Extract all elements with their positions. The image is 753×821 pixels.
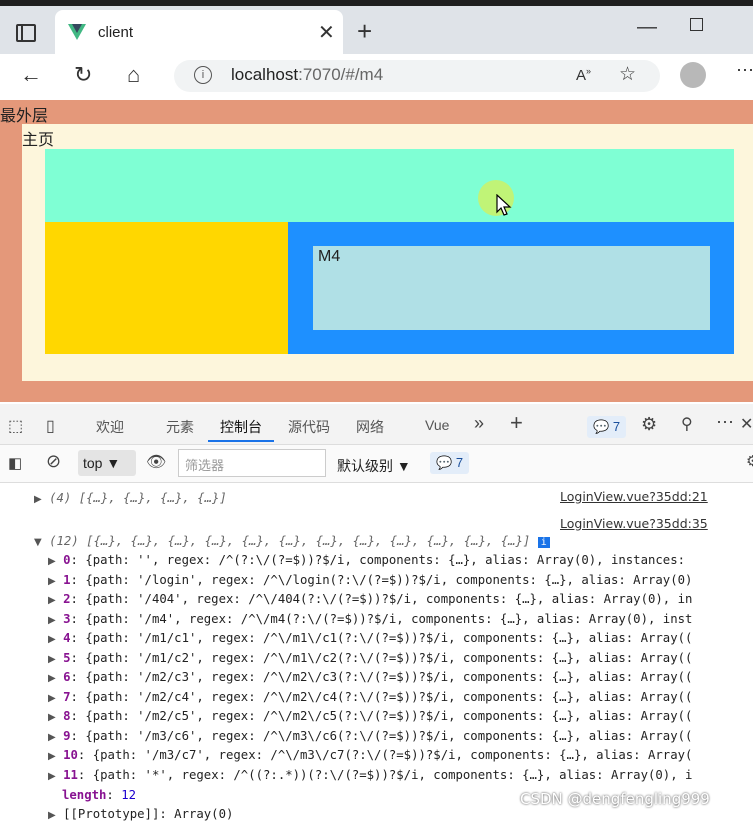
mouse-cursor-icon <box>496 194 512 216</box>
array-item-row[interactable]: ▶ 2: {path: '/404', regex: /^\/404(?:\/(… <box>48 592 692 606</box>
refresh-icon[interactable]: ↻ <box>74 62 92 88</box>
maximize-icon[interactable] <box>690 18 703 31</box>
array-item-row[interactable]: ▶ 1: {path: '/login', regex: /^\/login(?… <box>48 573 692 587</box>
array-item-row[interactable]: ▶ 8: {path: '/m2/c5', regex: /^\/m2\/c5(… <box>48 709 692 723</box>
sidebar-toggle-icon[interactable]: ◧ <box>8 454 22 472</box>
m4-label: M4 <box>318 248 341 265</box>
array-item-row[interactable]: ▶ 0: {path: '', regex: /^(?:\/(?=$))?$/i… <box>48 553 685 567</box>
settings-gear-icon[interactable]: ⚙ <box>641 414 657 435</box>
inspect-icon[interactable]: ⬚ <box>8 416 23 436</box>
vue-logo-icon <box>68 24 86 40</box>
more-tabs-icon[interactable]: » <box>474 413 484 434</box>
issues-count: 7 <box>612 419 621 434</box>
clear-console-icon[interactable]: ⊘ <box>46 451 61 472</box>
array-item-row[interactable]: ▶ 6: {path: '/m2/c3', regex: /^\/m2\/c3(… <box>48 670 692 684</box>
array-item-row[interactable]: ▶ 11: {path: '*', regex: /^((?:.*))(?:\/… <box>48 768 692 782</box>
add-panel-icon[interactable]: + <box>510 410 523 436</box>
device-toggle-icon[interactable]: ▯ <box>46 416 55 436</box>
more-icon[interactable]: ⋯ <box>736 60 753 81</box>
array-item-row[interactable]: ▶ 3: {path: '/m4', regex: /^\/m4(?:\/(?=… <box>48 612 692 626</box>
home-label: 主页 <box>22 132 55 149</box>
minimize-icon[interactable]: — <box>637 16 657 39</box>
m4-view <box>313 246 710 330</box>
tab-elements[interactable]: 元素 <box>166 417 194 437</box>
console-log-line[interactable]: ▶ (4) [{…}, {…}, {…}, {…}] <box>34 491 227 505</box>
tab-network[interactable]: 网络 <box>356 417 384 437</box>
array-item-row[interactable]: ▶ 10: {path: '/m3/c7', regex: /^\/m3\/c7… <box>48 748 692 762</box>
home-icon[interactable]: ⌂ <box>127 62 140 88</box>
watermark: CSDN @dengfengling999 <box>520 790 710 808</box>
url-path: :7070/#/m4 <box>298 65 384 84</box>
info-icon[interactable]: i <box>194 66 212 84</box>
source-link-1[interactable]: LoginView.vue?35dd:21 <box>560 489 708 504</box>
outer-layer-label: 最外层 <box>0 108 49 125</box>
tab-title: client <box>98 24 134 41</box>
chat-icon: 💬 <box>593 419 610 434</box>
tab-console[interactable]: 控制台 <box>220 417 262 437</box>
context-select[interactable]: top ▼ <box>78 450 136 476</box>
left-menu-region <box>45 222 288 354</box>
tab-close-icon[interactable]: ✕ <box>318 20 335 45</box>
array-item-row[interactable]: ▶ 9: {path: '/m3/c6', regex: /^\/m3\/c6(… <box>48 729 692 743</box>
array-item-row[interactable]: ▶ 4: {path: '/m1/c1', regex: /^\/m1\/c1(… <box>48 631 692 645</box>
console-log-line-expanded[interactable]: ▼ (12) [{…}, {…}, {…}, {…}, {…}, {…}, {…… <box>34 534 550 548</box>
active-tab-indicator <box>208 440 274 442</box>
log-level-value: 默认级别 <box>337 458 393 474</box>
log-level-select[interactable]: 默认级别 ▼ <box>337 456 411 476</box>
devtools-more-icon[interactable]: ⋯ <box>716 412 734 433</box>
length-row: length: 12 <box>62 788 137 802</box>
url-host: localhost <box>231 65 299 84</box>
url-text[interactable]: localhost:7070/#/m4 <box>231 65 383 85</box>
connect-icon[interactable]: ⚲ <box>681 414 693 434</box>
tab-vue[interactable]: Vue <box>425 417 449 433</box>
tab-actions-icon[interactable] <box>16 24 36 42</box>
level-issues-badge[interactable]: 💬 7 <box>430 452 470 474</box>
info-badge-icon: i <box>537 537 550 548</box>
issues-badge[interactable]: 💬 7 <box>587 416 627 438</box>
avatar[interactable] <box>680 62 706 88</box>
filter-input[interactable]: 筛选器 <box>178 449 326 477</box>
console-output: ▶ (4) [{…}, {…}, {…}, {…}] LoginView.vue… <box>0 483 753 821</box>
level-issues-count: 7 <box>455 455 464 470</box>
favorite-icon[interactable]: ☆ <box>619 63 636 86</box>
context-value: top <box>83 455 103 471</box>
array-item-row[interactable]: ▶ 7: {path: '/m2/c4', regex: /^\/m2\/c4(… <box>48 690 692 704</box>
live-expression-eye-icon[interactable]: 👁 <box>146 452 166 472</box>
header-region <box>45 149 734 222</box>
tab-sources[interactable]: 源代码 <box>288 417 330 437</box>
new-tab-icon[interactable]: + <box>357 16 372 47</box>
read-aloud-icon[interactable]: A» <box>576 66 591 84</box>
chat-icon: 💬 <box>436 455 453 470</box>
tab-welcome[interactable]: 欢迎 <box>96 417 124 437</box>
array-item-row[interactable]: ▶ 5: {path: '/m1/c2', regex: /^\/m1\/c2(… <box>48 651 692 665</box>
console-settings-icon[interactable]: ⚙ <box>746 452 753 470</box>
devtools-close-icon[interactable]: ✕ <box>740 414 753 434</box>
back-icon[interactable]: ← <box>20 62 42 88</box>
source-link-2[interactable]: LoginView.vue?35dd:35 <box>560 516 708 531</box>
